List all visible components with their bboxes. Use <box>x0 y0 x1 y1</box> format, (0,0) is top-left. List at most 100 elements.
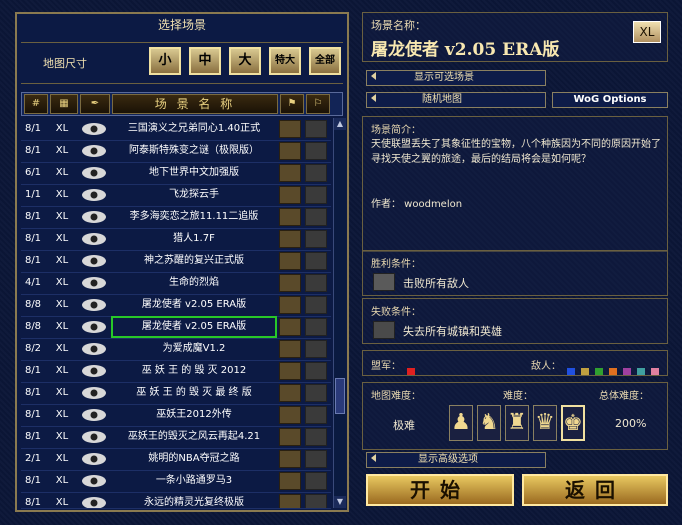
table-row[interactable]: 8/1 XL 永远的精灵光复终极版 <box>21 492 331 509</box>
victory-icon <box>279 230 301 248</box>
author-text: 作者： woodmelon <box>371 199 463 210</box>
map-size-badge: XL <box>633 21 661 43</box>
table-row-selected[interactable]: 8/8 XL 屠龙使者 v2.05 ERA版 <box>21 316 331 339</box>
victory-icon <box>279 406 301 424</box>
advanced-options-button[interactable]: 显示高级选项 <box>366 452 546 468</box>
table-row[interactable]: 1/1 XL 飞龙探云手 <box>21 184 331 207</box>
loss-icon <box>373 321 395 339</box>
queen-icon[interactable]: ♛ <box>533 405 557 441</box>
table-row[interactable]: 8/1 XL 巫 妖 王 的 毁 灭 最 终 版 <box>21 382 331 405</box>
description-text: 天使联盟丢失了其象征性的宝物，八个种族因为不同的原因开始了寻找天使之翼的旅途，最… <box>371 139 661 165</box>
eye-icon <box>82 233 106 245</box>
scroll-up-button[interactable]: ▲ <box>334 118 346 130</box>
sort-size-button[interactable]: ▦ <box>50 94 78 114</box>
enemies-label: 敌人： <box>531 361 561 372</box>
victory-icon <box>279 340 301 358</box>
victory-icon <box>279 384 301 402</box>
sort-name-button[interactable]: 场 景 名 称 <box>112 94 278 114</box>
sort-loss-button[interactable]: ⚐ <box>306 94 330 114</box>
sort-victory-button[interactable]: ⚑ <box>280 94 304 114</box>
knight-icon[interactable]: ♞ <box>477 405 501 441</box>
scenario-list-panel: 选择场景 地图尺寸 小 中 大 特大 全部 # ▦ ✒ 场 景 名 称 ⚑ ⚐ … <box>15 12 349 512</box>
eye-icon <box>82 321 106 333</box>
loss-icon <box>305 428 327 446</box>
loss-icon <box>305 340 327 358</box>
scroll-down-button[interactable]: ▼ <box>334 496 346 508</box>
back-button[interactable]: 返回 <box>522 474 668 506</box>
table-row[interactable]: 8/1 XL 神之苏醒的复兴正式版 <box>21 250 331 273</box>
victory-icon <box>279 164 301 182</box>
eye-icon <box>82 299 106 311</box>
map-difficulty-label: 地图难度： <box>371 391 421 402</box>
size-small-button[interactable]: 小 <box>149 47 181 75</box>
flag-icon: ⚑ <box>287 98 297 109</box>
scroll-thumb[interactable] <box>335 378 345 414</box>
start-button[interactable]: 开始 <box>366 474 514 506</box>
show-scenarios-button[interactable]: 显示可选场景 <box>366 70 546 86</box>
table-row[interactable]: 8/1 XL 阿泰斯特殊变之谜（极限版） <box>21 140 331 163</box>
loss-icon <box>305 318 327 336</box>
table-row[interactable]: 8/1 XL 三国演义之兄弟同心1.40正式 <box>21 118 331 141</box>
scenario-name: 屠龙使者 v2.05 ERA版 <box>371 40 560 60</box>
sort-players-button[interactable]: # <box>24 94 48 114</box>
table-row[interactable]: 8/1 XL 猎人1.7F <box>21 228 331 251</box>
victory-icon <box>279 120 301 138</box>
enemy-flags-icon <box>567 360 665 379</box>
difficulty-label: 难度： <box>503 391 533 402</box>
random-map-button[interactable]: 随机地图 <box>366 92 546 108</box>
difficulty-box: 地图难度： 难度： 总体难度： 极难 ♟ ♞ ♜ ♛ ♚ 200% <box>362 382 668 450</box>
eye-icon <box>82 123 106 135</box>
teams-box: 盟军： 敌人： <box>362 350 668 376</box>
victory-icon <box>279 362 301 380</box>
list-header: # ▦ ✒ 场 景 名 称 ⚑ ⚐ <box>21 92 343 116</box>
size-large-button[interactable]: 大 <box>229 47 261 75</box>
table-row[interactable]: 8/1 XL 巫妖王的毁灭之风云再起4.21 <box>21 426 331 449</box>
loss-icon <box>305 406 327 424</box>
victory-icon <box>279 252 301 270</box>
victory-icon <box>279 472 301 490</box>
eye-icon <box>82 277 106 289</box>
table-row[interactable]: 4/1 XL 生命的烈焰 <box>21 272 331 295</box>
loss-icon <box>305 274 327 292</box>
map-size-icon: ▦ <box>59 98 69 109</box>
size-xl-button[interactable]: 特大 <box>269 47 301 75</box>
map-size-label: 地图尺寸 <box>43 57 87 70</box>
eye-icon <box>82 211 106 223</box>
table-row[interactable]: 8/8 XL 屠龙使者 v2.05 ERA版 <box>21 294 331 317</box>
king-icon[interactable]: ♚ <box>561 405 585 441</box>
table-row[interactable]: 8/2 XL 为爱成魔V1.2 <box>21 338 331 361</box>
left-arrow-icon <box>371 454 376 462</box>
victory-icon <box>279 274 301 292</box>
table-row[interactable]: 2/1 XL 姚明的NBA夺冠之路 <box>21 448 331 471</box>
table-row[interactable]: 8/1 XL 巫 妖 王 的 毁 灭 2012 <box>21 360 331 383</box>
loss-icon <box>305 252 327 270</box>
sort-version-button[interactable]: ✒ <box>80 94 110 114</box>
pawn-icon[interactable]: ♟ <box>449 405 473 441</box>
victory-label: 胜利条件： <box>371 259 421 270</box>
eye-icon <box>82 189 106 201</box>
ally-flag-icon <box>407 360 421 379</box>
loss-text: 失去所有城镇和英雄 <box>403 325 502 338</box>
loss-icon <box>305 494 327 508</box>
description-label: 场景简介： <box>371 125 421 136</box>
eye-icon <box>82 475 106 487</box>
victory-icon <box>279 296 301 314</box>
rook-icon[interactable]: ♜ <box>505 405 529 441</box>
loss-icon <box>305 120 327 138</box>
table-row[interactable]: 8/1 XL 巫妖王2012外传 <box>21 404 331 427</box>
left-arrow-icon <box>371 94 376 102</box>
eye-icon <box>82 255 106 267</box>
table-row[interactable]: 6/1 XL 地下世界中文加强版 <box>21 162 331 185</box>
size-all-button[interactable]: 全部 <box>309 47 341 75</box>
size-medium-button[interactable]: 中 <box>189 47 221 75</box>
wog-options-button[interactable]: WoG Options <box>552 92 668 108</box>
loss-icon <box>305 450 327 468</box>
table-row[interactable]: 8/1 XL 李多海奕恋之旅11.11二追版 <box>21 206 331 229</box>
players-header-icon: # <box>31 98 41 109</box>
eye-icon <box>82 343 106 355</box>
map-size-filter: 地图尺寸 小 中 大 特大 全部 <box>21 42 343 84</box>
overall-difficulty-label: 总体难度： <box>599 391 649 402</box>
list-scrollbar[interactable]: ▲ ▼ <box>333 118 346 508</box>
loss-icon <box>305 164 327 182</box>
table-row[interactable]: 8/1 XL 一条小路通罗马3 <box>21 470 331 493</box>
